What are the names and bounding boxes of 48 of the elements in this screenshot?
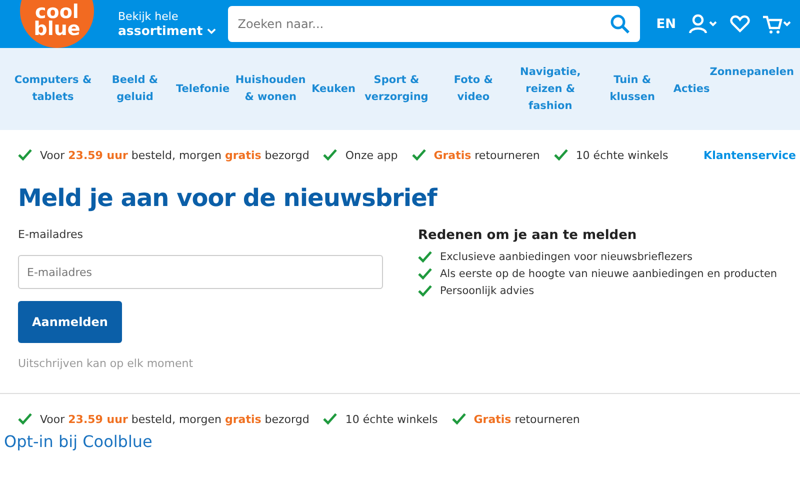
usp-text: 10 échte winkels	[576, 148, 668, 162]
chevron-icon	[206, 28, 216, 34]
heart-icon[interactable]	[730, 15, 750, 33]
check-icon	[418, 285, 432, 297]
account-icon[interactable]	[688, 14, 718, 34]
category-link[interactable]: Keuken	[312, 80, 356, 98]
search-icon[interactable]	[610, 14, 630, 34]
usp-text: Voor 23.59 uur besteld, morgen gratis bezorgd	[40, 412, 310, 426]
category-link[interactable]: Huishouden & wonen	[230, 72, 312, 106]
logo[interactable]: cool blue	[20, 0, 94, 48]
reason-text: Persoonlijk advies	[440, 285, 534, 297]
unsubscribe-note: Uitschrijven kan op elk moment	[18, 357, 194, 370]
language-link[interactable]: EN	[656, 16, 676, 32]
cart-icon[interactable]	[762, 14, 792, 34]
check-icon	[323, 149, 338, 161]
email-field[interactable]: E-mailadres	[18, 255, 383, 289]
page-title: Meld je aan voor de nieuwsbrief	[18, 184, 438, 212]
category-link[interactable]: Sport & verzorging	[355, 72, 438, 106]
category-link[interactable]: Telefonie	[176, 80, 230, 98]
reasons-title: Redenen om je aan te melden	[418, 228, 638, 243]
category-link[interactable]: Acties	[673, 80, 710, 98]
check-icon	[18, 413, 32, 425]
caption: Opt-in bij Coolblue	[3, 432, 154, 451]
category-link[interactable]: Tuin & klussen	[591, 72, 674, 106]
reason-text: Als eerste op de hoogte van nieuwe aanbiedingen en producten	[440, 268, 778, 280]
check-icon	[452, 413, 466, 425]
email-label: E-mailadres	[18, 228, 83, 241]
check-icon	[418, 268, 432, 280]
customer-service-link[interactable]: Klantenservice	[704, 148, 796, 162]
usp-text: Voor 23.59 uur besteld, morgen gratis bezorgd	[40, 148, 310, 162]
category-link[interactable]: Zonnepanelen	[710, 64, 794, 81]
reason-text: Exclusieve aanbiedingen voor nieuwsbrieflezers	[440, 251, 692, 263]
subscribe-button[interactable]: Aanmelden	[18, 301, 122, 343]
category-link[interactable]: Foto & video	[437, 72, 510, 106]
usp-text: Onze app	[345, 148, 398, 162]
search-field[interactable]: Zoeken naar...	[228, 6, 640, 42]
assortment-menu[interactable]: Bekijk hele assortiment	[118, 10, 216, 38]
category-link[interactable]: Computers & tablets	[12, 72, 94, 106]
check-icon	[412, 149, 426, 161]
category-link[interactable]: Navigatie, reizen & fashion	[509, 64, 592, 114]
check-icon	[554, 149, 568, 161]
usp-text: Gratis retourneren	[434, 148, 540, 162]
check-icon	[18, 149, 32, 161]
check-icon	[418, 251, 432, 263]
usp-text: Gratis retourneren	[474, 412, 580, 426]
usp-text: 10 échte winkels	[345, 412, 438, 426]
check-icon	[323, 413, 338, 425]
category-link[interactable]: Beeld & geluid	[94, 72, 176, 106]
